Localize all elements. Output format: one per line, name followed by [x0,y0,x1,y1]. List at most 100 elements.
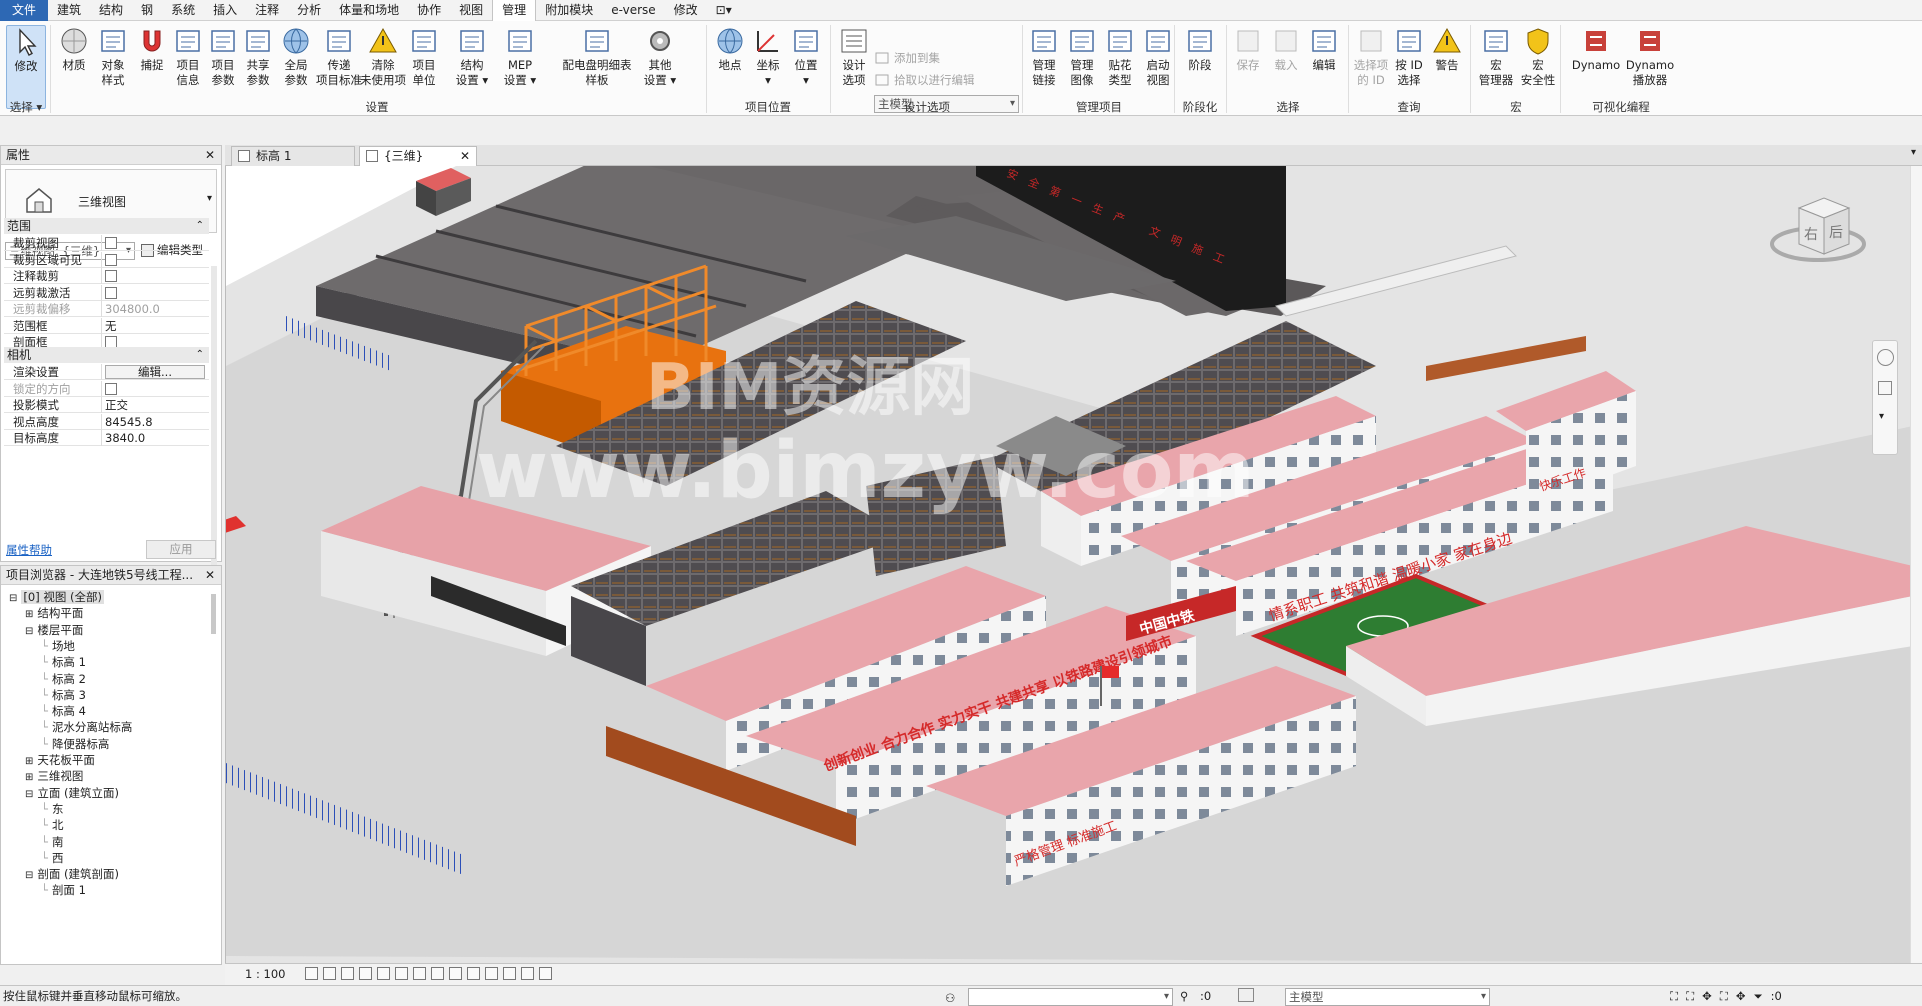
manage-3-button[interactable]: 启动 视图 [1140,25,1176,88]
setting-5-button[interactable]: 共享 参数 [240,25,276,88]
property-checkbox[interactable] [105,237,117,249]
property-checkbox[interactable] [105,270,117,282]
collapse-icon[interactable]: ⌃ [196,218,204,234]
expand-icon[interactable]: ⊟ [25,626,33,637]
menu-0[interactable]: 文件 [0,0,49,21]
menu-4[interactable]: 系统 [162,0,204,21]
view-cube[interactable]: 右 后 [1764,186,1874,266]
macro-1-button[interactable]: 宏安全性 [1518,25,1558,88]
visual-style-icon[interactable] [323,967,336,980]
tab-overflow-icon[interactable]: ▾ [1911,147,1916,158]
temp-view-icon[interactable] [485,967,498,980]
zoom-region-icon[interactable] [1878,381,1892,395]
menu-15[interactable]: ⊡▾ [707,0,741,21]
menu-7[interactable]: 分析 [288,0,330,21]
menu-12[interactable]: 附加模块 [536,0,602,21]
property-value[interactable] [101,251,209,268]
menu-5[interactable]: 插入 [204,0,246,21]
pinned-toggle-icon[interactable]: ✥ [1702,986,1712,1006]
design-options-button[interactable]: 设计 选项 [834,25,874,88]
crop-icon[interactable] [395,967,408,980]
highlight-icon[interactable] [521,967,534,980]
property-value[interactable]: 编辑... [101,364,209,380]
drag-toggle-icon[interactable]: ✥ [1736,986,1746,1006]
browser-item[interactable]: ⊞ 天花板平面 [25,751,95,769]
browser-item[interactable]: ⊟ 剖面 (建筑剖面) [25,865,119,883]
location-2-button[interactable]: 位置 ▾ [788,25,824,88]
browser-item[interactable]: ⊟ [0] 视图 (全部) [9,588,104,606]
view-tab-1[interactable]: {三维} ✕ [359,146,477,166]
selection-1-button[interactable]: 载入 [1268,25,1304,73]
select-dropdown[interactable]: 选择 ▾ [4,99,48,115]
property-value[interactable]: 304800.0 [101,301,209,317]
setting-10-button[interactable]: 结构 设置 ▾ [452,25,492,88]
filter-icon[interactable]: ⚲ [1180,986,1188,1006]
properties-help-link[interactable]: 属性帮助 [6,542,52,558]
expand-icon[interactable]: ⊞ [25,609,33,620]
macro-0-button[interactable]: 宏管理器 [1476,25,1516,88]
manage-0-button[interactable]: 管理 链接 [1026,25,1062,88]
browser-item[interactable]: ⊟ 楼层平面 [25,621,83,639]
setting-0-button[interactable]: 材质 [56,25,92,73]
browser-item[interactable]: └ 降便器标高 [41,735,109,753]
browser-item[interactable]: └ 东 [41,800,63,818]
underlay-toggle-icon[interactable]: ⛶ [1686,986,1694,1006]
browser-item[interactable]: └ 标高 4 [41,702,86,720]
browser-item[interactable]: └ 标高 3 [41,686,86,704]
browser-item[interactable]: └ 南 [41,833,63,851]
inquiry-2-button[interactable]: 警告 [1428,25,1466,73]
close-icon[interactable]: ✕ [205,146,215,165]
property-value[interactable] [101,380,209,397]
steering-wheel-icon[interactable] [1877,349,1894,366]
menu-13[interactable]: e-verse [602,0,664,21]
filter-funnel-icon[interactable]: ⏷ [1753,986,1762,1006]
view-cube-right[interactable]: 右 [1804,224,1818,244]
face-toggle-icon[interactable]: ⛶ [1720,986,1728,1006]
setting-11-button[interactable]: MEP 设置 ▾ [500,25,540,88]
browser-item[interactable]: ⊟ 立面 (建筑立面) [25,784,119,802]
browser-item[interactable]: ⊞ 结构平面 [25,604,83,622]
property-checkbox[interactable] [105,286,117,299]
inquiry-0-button[interactable]: 选择项的 ID [1352,25,1390,88]
selection-2-button[interactable]: 编辑 [1306,25,1342,73]
crop-visible-icon[interactable] [413,967,426,980]
modify-button[interactable]: 修改 [6,25,46,109]
expand-icon[interactable]: ⊞ [25,772,33,783]
worksharing-icon[interactable] [503,967,516,980]
setting-7-button[interactable]: 传递 项目标准 [316,25,362,88]
browser-item[interactable]: └ 北 [41,816,63,834]
menu-8[interactable]: 体量和场地 [330,0,408,21]
property-value[interactable]: 正交 [101,397,209,413]
add-to-set-button[interactable]: 添加到集 [874,49,940,67]
edit-render-button[interactable]: 编辑... [105,365,205,379]
detail-level-icon[interactable] [305,967,318,980]
section-camera[interactable]: 相机 ⌃ [4,347,209,363]
expand-icon[interactable]: ⊟ [25,870,33,881]
property-checkbox[interactable] [105,253,117,266]
setting-1-button[interactable]: 对象 样式 [95,25,131,88]
browser-item[interactable]: └ 泥水分离站标高 [41,718,132,736]
browser-item[interactable]: └ 场地 [41,637,75,655]
3d-viewport[interactable]: 情系职工 共筑和谐 温暖小家 家在身边 快乐工作 创新创业 合力合作 实力实干 … [225,166,1912,963]
property-value[interactable] [101,268,209,284]
temp-hide-icon[interactable] [449,967,462,980]
view-tab-0[interactable]: 标高 1 [231,146,355,166]
apply-button[interactable]: 应用 [146,540,216,559]
workset-icon[interactable]: ⚇ [945,988,961,1005]
menu-10[interactable]: 视图 [450,0,492,21]
setting-6-button[interactable]: 全局 参数 [278,25,314,88]
collapse-icon[interactable]: ⌃ [196,347,204,363]
browser-item[interactable]: └ 剖面 1 [41,881,86,899]
inquiry-1-button[interactable]: 按 ID 选择 [1390,25,1428,88]
render-icon[interactable] [377,967,390,980]
menu-3[interactable]: 钢 [132,0,162,21]
manage-2-button[interactable]: 贴花 类型 [1102,25,1138,88]
browser-item[interactable]: └ 标高 2 [41,670,86,688]
property-value[interactable] [101,235,209,251]
property-value[interactable] [101,284,209,301]
reveal-hidden-icon[interactable] [467,967,480,980]
setting-2-button[interactable]: 捕捉 [134,25,170,73]
setting-8-button[interactable]: 清除 未使用项 [360,25,406,88]
browser-item[interactable]: └ 西 [41,849,63,867]
setting-12-button[interactable]: 配电盘明细表 样板 [558,25,636,88]
